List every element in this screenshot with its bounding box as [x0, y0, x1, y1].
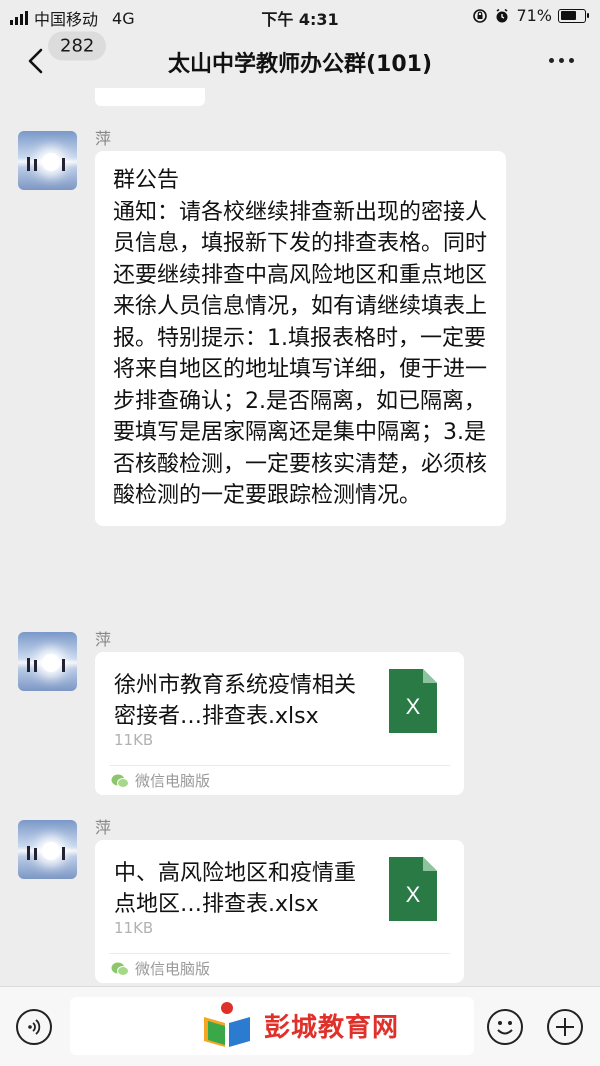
file-size: 11KB: [114, 731, 154, 749]
wechat-icon: [111, 962, 129, 976]
excel-letter: X: [406, 882, 421, 907]
wechat-icon: [111, 774, 129, 788]
sender-name: 萍: [95, 818, 112, 837]
announcement-title: 群公告: [113, 168, 180, 193]
book-logo-icon: [204, 1002, 250, 1047]
avatar[interactable]: [18, 632, 77, 691]
excel-file-icon: X: [389, 669, 437, 733]
voice-icon: [28, 1019, 41, 1035]
source-label: 微信电脑版: [135, 772, 211, 790]
battery-icon: [558, 8, 589, 23]
status-right: 71%: [472, 6, 589, 25]
source-label: 微信电脑版: [135, 960, 211, 978]
file-size: 11KB: [114, 919, 154, 937]
excel-file-icon: X: [389, 857, 437, 921]
divider: [109, 953, 450, 954]
file-bubble[interactable]: 徐州市教育系统疫情相关密接者…排查表.xlsx 11KB X 微信电脑版: [95, 652, 464, 795]
plus-icon: [556, 1018, 574, 1036]
file-bubble[interactable]: 中、高风险地区和疫情重点地区…排查表.xlsx 11KB X 微信电脑版: [95, 840, 464, 983]
status-bar: 中国移动 4G 下午 4:31 71%: [0, 0, 600, 32]
watermark-text: 彭城教育网: [264, 1012, 400, 1043]
announcement-body: 通知：请各校继续排查新出现的密接人员信息，填报新下发的排查表格。同时还要继续排查…: [113, 199, 488, 509]
battery-percent: 71%: [516, 6, 552, 25]
divider: [109, 765, 450, 766]
message-input[interactable]: 彭城教育网: [70, 997, 474, 1055]
voice-input-button[interactable]: [16, 1009, 52, 1045]
watermark: 彭城教育网: [200, 999, 399, 1051]
file-name: 徐州市教育系统疫情相关密接者…排查表.xlsx: [114, 673, 357, 729]
avatar[interactable]: [18, 820, 77, 879]
input-bar: 彭城教育网: [0, 986, 600, 1066]
file-source: 微信电脑版: [111, 770, 210, 791]
chat-title: 太山中学教师办公群(101): [167, 52, 433, 77]
sender-name: 萍: [95, 630, 112, 649]
announcement-bubble[interactable]: 群公告 通知：请各校继续排查新出现的密接人员信息，填报新下发的排查表格。同时还要…: [95, 151, 506, 526]
emoji-button[interactable]: [487, 1009, 523, 1045]
chat-header: 282 太山中学教师办公群(101): [0, 31, 600, 90]
smiley-icon: [497, 1021, 513, 1035]
file-name: 中、高风险地区和疫情重点地区…排查表.xlsx: [114, 861, 357, 917]
previous-message-bubble: [95, 88, 205, 106]
alarm-icon: [496, 8, 508, 22]
rotation-lock-icon: [473, 8, 488, 23]
more-options-icon[interactable]: [549, 58, 574, 63]
excel-letter: X: [406, 694, 421, 719]
more-functions-button[interactable]: [547, 1009, 583, 1045]
file-source: 微信电脑版: [111, 958, 210, 979]
sender-name: 萍: [95, 129, 112, 148]
avatar[interactable]: [18, 131, 77, 190]
